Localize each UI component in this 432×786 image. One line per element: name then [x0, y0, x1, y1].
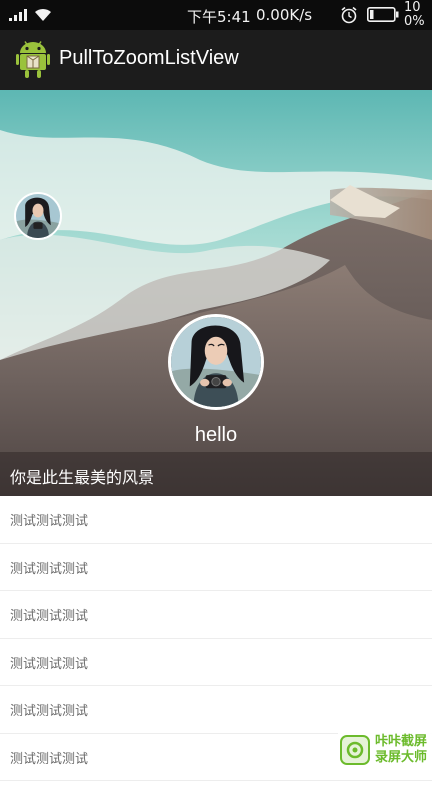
avatar-small[interactable] [14, 192, 62, 240]
status-time: 下午5:41 [187, 8, 251, 26]
list-view[interactable]: 测试测试测试 测试测试测试 测试测试测试 测试测试测试 测试测试测试 测试测试测… [0, 496, 432, 781]
screen-recorder-watermark: 咔咔截屏 录屏大师 [338, 733, 432, 768]
profile-name: hello [194, 424, 238, 446]
alarm-icon [341, 6, 357, 24]
list-item[interactable]: 测试测试测试 [0, 639, 432, 686]
header-caption: 你是此生最美的风景 [10, 468, 155, 487]
network-speed: 0.00K/s [256, 6, 313, 24]
list-item[interactable]: 测试测试测试 [0, 544, 432, 591]
battery-icon [367, 7, 399, 22]
list-item[interactable]: 测试测试测试 [0, 496, 432, 544]
android-icon [16, 41, 50, 78]
list-item[interactable]: 测试测试测试 [0, 686, 432, 734]
wifi-icon [35, 8, 51, 21]
zoom-header[interactable]: hello [0, 90, 432, 496]
girl-with-camera-photo [171, 317, 261, 407]
avatar-large[interactable] [168, 314, 264, 410]
status-bar: 下午5:41 0.00K/s 10 0% [0, 0, 432, 30]
signal-icon [9, 9, 27, 21]
watermark-line1: 咔咔截屏 [375, 734, 428, 749]
battery-percent: 10 0% [404, 0, 425, 29]
recorder-logo-icon [340, 735, 370, 765]
list-item[interactable]: 测试测试测试 [0, 591, 432, 639]
app-title: PullToZoomListView [59, 47, 239, 69]
watermark-line2: 录屏大师 [375, 750, 428, 765]
action-bar: PullToZoomListView [0, 30, 432, 90]
girl-with-camera-photo [16, 194, 60, 238]
